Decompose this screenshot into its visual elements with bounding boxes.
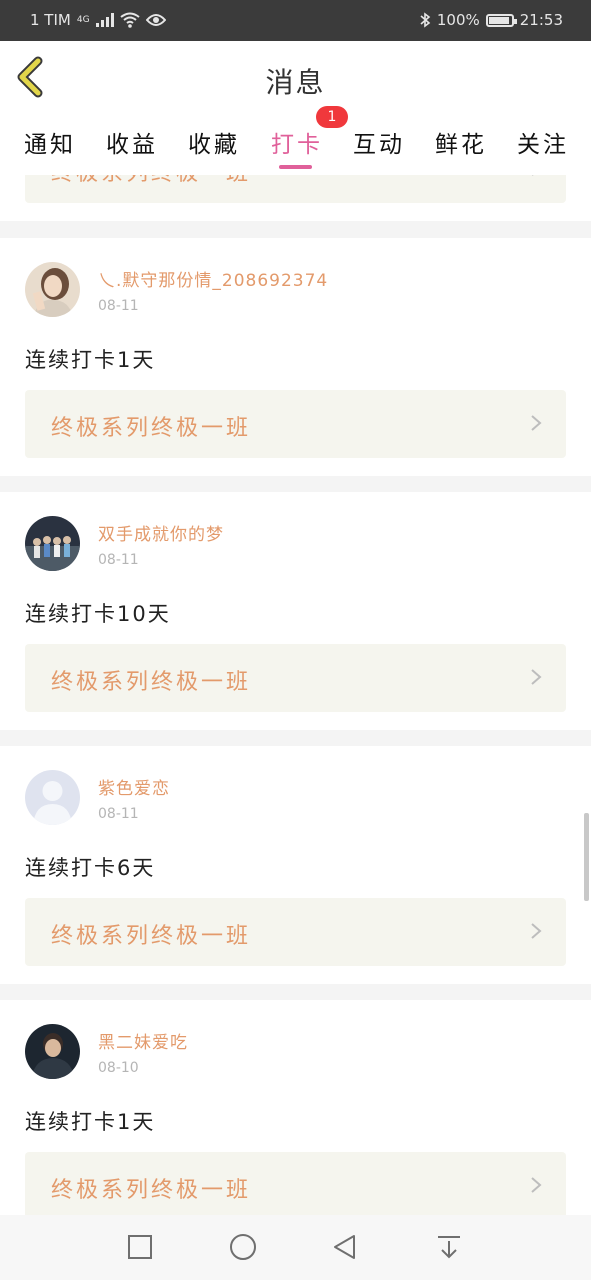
wifi-icon	[119, 12, 140, 28]
home-icon[interactable]	[229, 1233, 257, 1261]
course-link[interactable]: 终极系列终极一班	[25, 898, 566, 966]
signal-icon	[95, 13, 114, 27]
course-label: 终极系列终极一班	[51, 175, 251, 187]
course-link[interactable]: 终极系列终极一班	[25, 644, 566, 712]
chevron-right-icon	[531, 1177, 542, 1193]
username[interactable]: 紫色爱恋	[98, 774, 170, 799]
battery-percent: 100%	[436, 11, 480, 29]
active-tab-indicator	[279, 165, 312, 169]
chevron-right-icon	[531, 923, 542, 939]
tab-checkin[interactable]: 打卡	[271, 125, 323, 159]
checkin-card: 紫色爱恋 08-11 连续打卡6天 终极系列终极一班	[0, 746, 591, 984]
recent-apps-icon[interactable]	[126, 1233, 154, 1261]
username[interactable]: 乀.默守那份情_208692374	[98, 266, 328, 291]
checkin-text: 连续打卡1天	[25, 1110, 156, 1134]
checkin-feed[interactable]: 终极系列终极一班 乀.默守那份情_208692374 08-11 连续打卡1天 …	[0, 175, 591, 1215]
bluetooth-icon	[420, 12, 431, 28]
checkin-date: 08-10	[98, 1060, 139, 1076]
chevron-right-icon	[531, 669, 542, 685]
username[interactable]: 双手成就你的梦	[98, 520, 224, 545]
tab-flowers[interactable]: 鲜花	[435, 125, 487, 159]
notification-pull-icon[interactable]	[435, 1233, 463, 1261]
tab-following[interactable]: 关注	[517, 125, 569, 159]
avatar[interactable]	[25, 516, 80, 571]
course-label: 终极系列终极一班	[51, 670, 252, 695]
checkin-text: 连续打卡6天	[25, 856, 156, 880]
checkin-date: 08-11	[98, 806, 139, 822]
app-header: 消息	[0, 41, 591, 114]
status-bar: 1 TIM 4G 100% 21:53	[0, 0, 591, 41]
course-label: 终极系列终极一班	[51, 1178, 252, 1203]
tab-earnings[interactable]: 收益	[106, 125, 158, 159]
checkin-badge: 1	[316, 106, 348, 128]
course-link[interactable]: 终极系列终极一班	[25, 175, 566, 203]
tab-notifications[interactable]: 通知	[24, 125, 76, 159]
checkin-card: 乀.默守那份情_208692374 08-11 连续打卡1天 终极系列终极一班	[0, 238, 591, 476]
checkin-card: 双手成就你的梦 08-11 连续打卡10天 终极系列终极一班	[0, 492, 591, 730]
checkin-card: 黑二妹爱吃 08-10 连续打卡1天 终极系列终极一班	[0, 1000, 591, 1215]
course-label: 终极系列终极一班	[51, 416, 252, 441]
tab-interactions[interactable]: 互动	[353, 125, 405, 159]
network-label: 4G	[76, 15, 90, 25]
avatar[interactable]	[25, 1024, 80, 1079]
scrollbar[interactable]	[584, 813, 589, 901]
avatar[interactable]	[25, 262, 80, 317]
page-title: 消息	[265, 66, 326, 99]
back-nav-icon[interactable]	[331, 1233, 359, 1261]
clock: 21:53	[519, 11, 563, 29]
system-nav-bar	[0, 1215, 591, 1280]
course-link[interactable]: 终极系列终极一班	[25, 390, 566, 458]
avatar[interactable]	[25, 770, 80, 825]
status-right: 100% 21:53	[419, 11, 563, 29]
checkin-text: 连续打卡1天	[25, 348, 156, 372]
card-partial: 终极系列终极一班	[0, 175, 591, 221]
status-left: 1 TIM 4G	[30, 11, 166, 29]
tab-favorites[interactable]: 收藏	[188, 125, 240, 159]
username[interactable]: 黑二妹爱吃	[98, 1028, 188, 1053]
eye-icon	[145, 14, 166, 26]
chevron-right-icon	[531, 415, 542, 431]
checkin-date: 08-11	[98, 552, 139, 568]
chevron-right-icon	[532, 175, 534, 176]
battery-icon	[485, 13, 517, 27]
checkin-date: 08-11	[98, 298, 139, 314]
course-link[interactable]: 终极系列终极一班	[25, 1152, 566, 1215]
course-label: 终极系列终极一班	[51, 924, 252, 949]
checkin-text: 连续打卡10天	[25, 602, 171, 626]
carrier-label: 1 TIM	[30, 11, 71, 29]
